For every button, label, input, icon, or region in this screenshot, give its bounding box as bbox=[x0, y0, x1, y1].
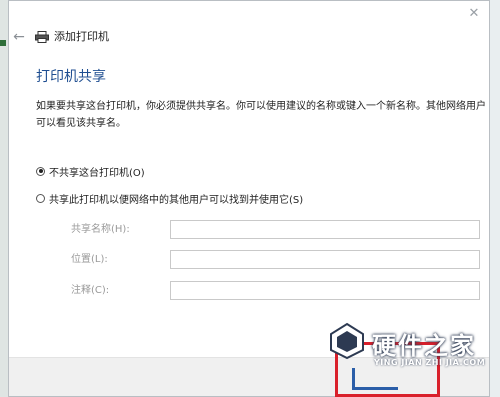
watermark-name: 硬件之家 bbox=[372, 332, 476, 360]
section-heading: 打印机共享 bbox=[36, 69, 106, 85]
watermark-logo-icon bbox=[330, 322, 364, 360]
watermark-url: YING JIAN ZHI JIA.COM bbox=[374, 358, 486, 367]
dialog-title: 添加打印机 bbox=[54, 30, 109, 43]
background-window-marker bbox=[0, 40, 6, 46]
location-input[interactable] bbox=[170, 250, 480, 269]
option-no-share[interactable]: 不共享这台打印机(O) bbox=[36, 163, 145, 179]
background-window-edge bbox=[0, 0, 8, 397]
back-arrow-icon[interactable]: ← bbox=[11, 29, 27, 45]
close-icon[interactable]: ✕ bbox=[467, 7, 481, 21]
printer-icon bbox=[35, 31, 49, 43]
share-name-label: 共享名称(H): bbox=[71, 224, 130, 235]
option-share[interactable]: 共享此打印机以便网络中的其他用户可以找到并使用它(S) bbox=[36, 190, 303, 206]
description-text: 如果要共享这台打印机，你必须提供共享名。你可以使用建议的名称或键入一个新名称。其… bbox=[36, 101, 486, 129]
radio-share[interactable] bbox=[36, 193, 45, 203]
comment-input[interactable] bbox=[170, 281, 480, 300]
watermark: 硬件之家 YING JIAN ZHI JIA.COM bbox=[328, 322, 496, 374]
option-share-label: 共享此打印机以便网络中的其他用户可以找到并使用它(S) bbox=[49, 194, 304, 206]
option-no-share-label: 不共享这台打印机(O) bbox=[49, 167, 145, 179]
comment-label: 注释(C): bbox=[71, 285, 110, 296]
location-label: 位置(L): bbox=[71, 254, 108, 265]
share-name-input[interactable] bbox=[170, 220, 480, 239]
radio-no-share[interactable] bbox=[36, 166, 45, 176]
